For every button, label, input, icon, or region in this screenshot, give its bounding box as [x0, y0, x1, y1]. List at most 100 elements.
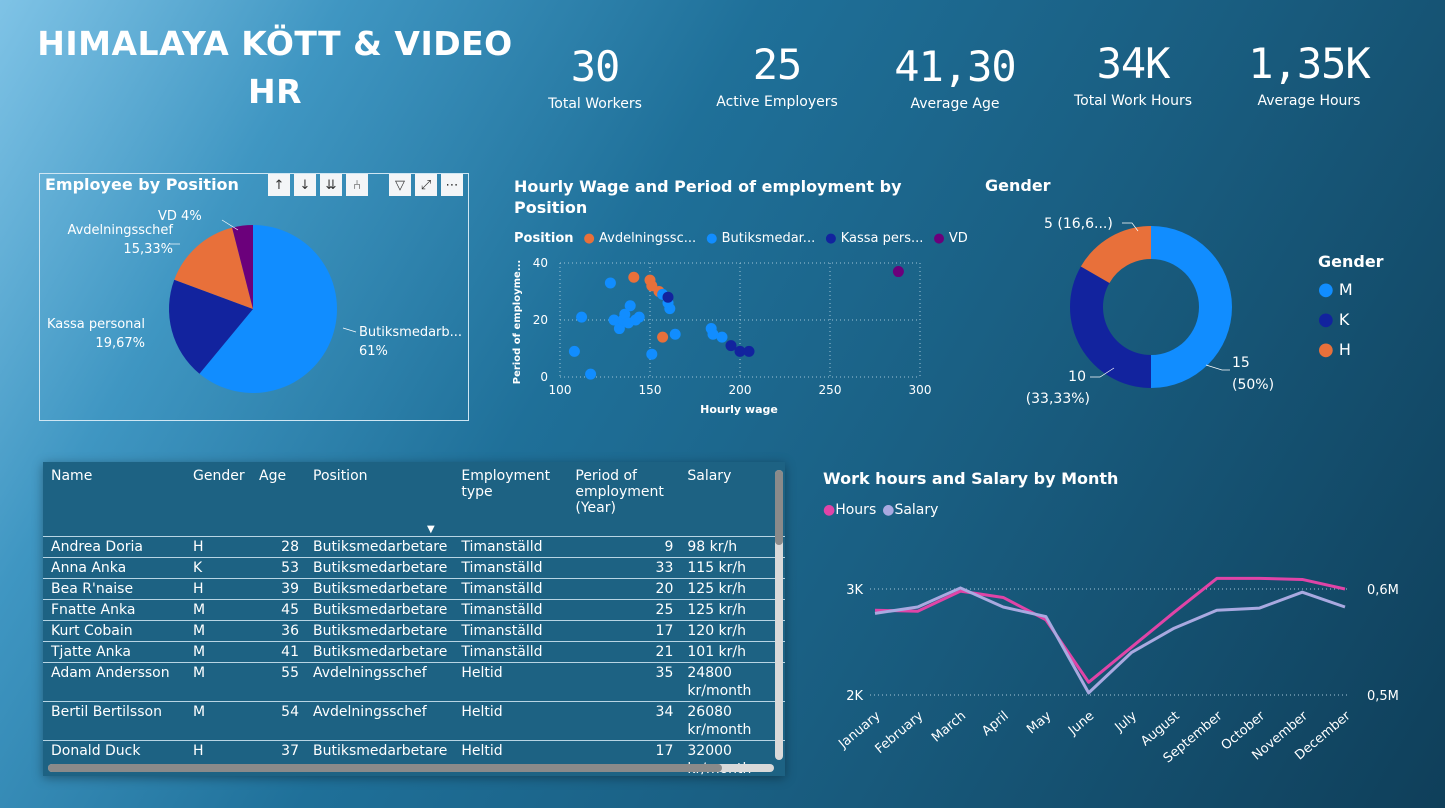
title-line-2: HR	[247, 72, 303, 111]
visual-toolbar-right: ▽ ⤢ ⋯	[389, 174, 463, 196]
table-cell: Timanställd	[453, 599, 568, 621]
column-header[interactable]: Gender	[185, 462, 251, 537]
table-cell: Butiksmedarbetare	[305, 536, 454, 558]
table-cell: Timanställd	[453, 578, 568, 600]
legend-item-butik[interactable]: ● Butiksmedar...	[706, 231, 815, 246]
kpi-total-workers: 30 Total Workers	[500, 40, 690, 112]
table-cell: 35	[567, 662, 680, 702]
column-header[interactable]: Period of employment (Year)	[567, 462, 679, 537]
gender-legend-k[interactable]: ● K	[1318, 309, 1384, 330]
scatter-point-1-12	[646, 348, 658, 360]
scatter-legend-title: Position	[514, 231, 574, 246]
table-cell: Andrea Doria	[43, 536, 185, 558]
pie-chart: VD 4% Avdelningsschef 15,33% Kassa perso…	[47, 209, 462, 393]
kpi-label: Total Work Hours	[1073, 93, 1193, 109]
kpi-value: 30	[570, 42, 621, 91]
table-cell: Avdelningsschef	[305, 701, 454, 741]
gender-legend: Gender ● M ● K ● H	[1318, 252, 1384, 360]
table-cell: Timanställd	[453, 557, 568, 579]
gender-legend-h[interactable]: ● H	[1318, 339, 1384, 360]
scatter-point-1-9	[624, 300, 636, 312]
kpi-label: Total Workers	[548, 96, 642, 112]
kpi-label: Average Hours	[1257, 93, 1361, 109]
legend-item-salary[interactable]: ●Salary	[882, 502, 938, 518]
kpi-value: 1,35K	[1248, 39, 1370, 88]
down-arrow-icon[interactable]: ↓	[294, 174, 316, 196]
donut-label-k-2: (33,33%)	[1026, 391, 1090, 407]
table-cell: M	[185, 662, 251, 702]
scatter-point-1-15	[664, 303, 676, 315]
donut-label-h: 5 (16,6...)	[1044, 216, 1113, 232]
table-cell: 125 kr/h	[679, 578, 785, 600]
table-cell: Timanställd	[453, 536, 568, 558]
scatter-point-2-3	[743, 345, 755, 357]
employee-table-grid: Name Gender Age Position Employment type Perio…	[43, 462, 785, 776]
scatter-point-1-0	[568, 345, 580, 357]
line-chart: 3K 0,6M2K 0,5MJanuaryFebruary March April May…	[835, 576, 1399, 766]
filter-icon[interactable]: ▽	[389, 174, 411, 196]
donut-slice-0	[1151, 226, 1232, 388]
table-cell: M	[185, 701, 251, 741]
scatter-chart: 100 150 200 250 300 0 20 40 Period of employme.…	[512, 256, 931, 416]
table-cell: 33	[567, 557, 680, 579]
kpi-value: 34K	[1096, 39, 1171, 88]
table-row[interactable]: Bertil Bertilsson M 54 Avdelningsschef Helti…	[43, 701, 785, 741]
legend-item-kassa[interactable]: ● Kassa pers...	[825, 231, 923, 246]
table-row[interactable]: Anna Anka K 53 Butiksmedarbetare Timanställd…	[43, 557, 785, 579]
line-title: Work hours and Salary by Month	[823, 469, 1119, 488]
column-header[interactable]: Age	[251, 462, 305, 537]
pie-label-avdelningsschef: Avdelningsschef	[67, 223, 173, 238]
line-series-salary	[874, 586, 1346, 695]
table-cell: 34	[567, 701, 680, 741]
up-arrow-icon[interactable]: ↑	[268, 174, 290, 196]
table-cell: 21	[567, 641, 680, 663]
line-legend: ●Hours ●Salary	[823, 502, 938, 518]
scatter-legend: Position ● Avdelningssc... ● Butiksmedar…	[514, 231, 968, 246]
scatter-point-0-0	[628, 271, 640, 283]
table-cell: 41	[251, 641, 305, 663]
scatter-point-2-0	[662, 291, 674, 303]
table-row[interactable]: Kurt Cobain M 36 Butiksmedarbetare Timanstäl…	[43, 620, 785, 642]
column-header[interactable]: Salary	[679, 462, 785, 537]
pie-value-butik: 61%	[359, 344, 388, 359]
table-row[interactable]: Tjatte Anka M 41 Butiksmedarbetare Timanstäl…	[43, 641, 785, 663]
table-row[interactable]: Fnatte Anka M 45 Butiksmedarbetare Timanstäl…	[43, 599, 785, 621]
scatter-point-3-0	[892, 266, 904, 278]
line-xtick-2: March	[929, 709, 969, 746]
double-down-arrow-icon[interactable]: ⇊	[320, 174, 342, 196]
table-cell: H	[185, 536, 251, 558]
table-cell: M	[185, 620, 251, 642]
focus-mode-icon[interactable]: ⤢	[415, 174, 437, 196]
table-cell: Heltid	[453, 662, 568, 702]
table-row[interactable]: Adam Andersson M 55 Avdelningsschef Heltid 35…	[43, 662, 785, 702]
employee-table[interactable]: Name Gender Age Position Employment type Perio…	[43, 462, 785, 776]
scatter-xtick-2: 200	[729, 383, 752, 397]
expand-hierarchy-icon[interactable]: ⑃	[346, 174, 368, 196]
dashboard-title: HIMALAYA KÖTT & VIDEO HR	[30, 20, 520, 116]
legend-item-avdelning[interactable]: ● Avdelningssc...	[584, 231, 697, 246]
vertical-scrollbar-thumb[interactable]	[775, 470, 783, 545]
legend-item-vd[interactable]: ● VD	[933, 231, 967, 246]
gender-title: Gender	[985, 176, 1051, 195]
line-xtick-4: May	[1024, 708, 1054, 737]
legend-item-hours[interactable]: ●Hours	[823, 502, 876, 518]
pie-label-butik: Butiksmedarb...	[359, 325, 462, 340]
scatter-xlabel: Hourly wage	[700, 403, 778, 416]
table-row[interactable]: Bea R'naise H 39 Butiksmedarbetare Timanstäl…	[43, 578, 785, 600]
table-cell: 125 kr/h	[679, 599, 785, 621]
column-header[interactable]: Employment type	[453, 462, 567, 537]
table-row[interactable]: Andrea Doria H 28 Butiksmedarbetare Timanstä…	[43, 536, 785, 558]
table-cell: Timanställd	[453, 641, 568, 663]
kpi-active-employers: 25 Active Employers	[682, 38, 872, 110]
more-options-icon[interactable]: ⋯	[441, 174, 463, 196]
column-header[interactable]: Name	[43, 462, 185, 537]
kpi-average-hours: 1,35K Average Hours	[1214, 37, 1404, 109]
horizontal-scrollbar-thumb[interactable]	[48, 764, 722, 772]
sort-descending-icon[interactable]: ▼	[427, 524, 435, 535]
table-cell: 39	[251, 578, 305, 600]
table-cell: Fnatte Anka	[43, 599, 185, 621]
title-line-1: HIMALAYA KÖTT & VIDEO	[37, 24, 513, 63]
table-cell: Avdelningsschef	[305, 662, 454, 702]
table-cell: 24800 kr/month	[679, 662, 785, 702]
gender-legend-m[interactable]: ● M	[1318, 279, 1384, 300]
